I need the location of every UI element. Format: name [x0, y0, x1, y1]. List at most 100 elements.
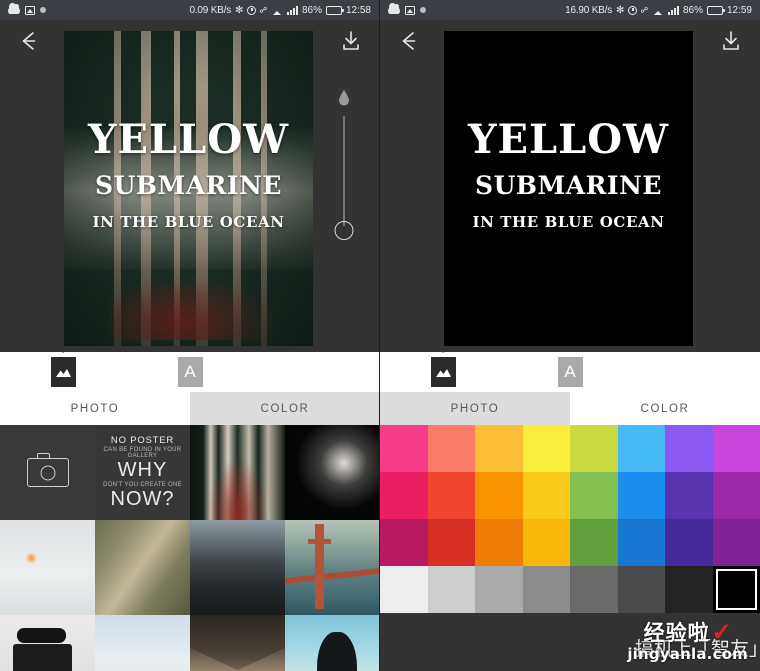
- letter-a-icon: A: [177, 357, 203, 387]
- tab-bar: PHOTO COLOR: [0, 392, 379, 425]
- color-swatch[interactable]: [380, 519, 428, 566]
- download-button[interactable]: [338, 28, 364, 54]
- grid-icon: [684, 357, 709, 387]
- poster-preview[interactable]: YELLOW SUBMARINE IN THE BLUE OCEAN: [444, 31, 693, 346]
- poster-text-block[interactable]: YELLOW SUBMARINE IN THE BLUE OCEAN: [444, 116, 693, 232]
- color-swatch[interactable]: [427, 566, 475, 613]
- wifi-icon: [272, 6, 283, 15]
- battery-icon: [325, 5, 344, 15]
- poster-canvas: YELLOW SUBMARINE IN THE BLUE OCEAN: [0, 20, 379, 352]
- app-top-bar: [380, 20, 760, 60]
- tool-photo[interactable]: [380, 346, 507, 392]
- thumbnail-violin-player-bw[interactable]: [285, 425, 379, 520]
- thumbnail-city-aerial[interactable]: [190, 520, 285, 615]
- color-swatch[interactable]: [712, 566, 760, 613]
- poster-title-line2: SUBMARINE: [95, 171, 282, 200]
- status-bar-left-icons: [8, 3, 46, 15]
- thumbnail-paraglider-sky[interactable]: [0, 520, 95, 615]
- water-drop-icon: [338, 90, 350, 111]
- color-swatch[interactable]: [380, 566, 428, 613]
- poster-title-line2: SUBMARINE: [475, 171, 662, 200]
- color-swatch[interactable]: [522, 519, 570, 566]
- color-swatch[interactable]: [475, 566, 523, 613]
- signal-icon: [667, 5, 679, 15]
- letter-a-icon: A: [557, 357, 583, 387]
- tool-text[interactable]: A: [507, 352, 634, 392]
- tab-photo[interactable]: PHOTO: [0, 392, 190, 425]
- color-swatch[interactable]: [665, 566, 713, 613]
- tab-photo[interactable]: PHOTO: [380, 392, 570, 425]
- color-swatch[interactable]: [665, 472, 713, 519]
- image-icon: [405, 5, 415, 15]
- color-swatch[interactable]: [427, 425, 475, 472]
- color-swatch[interactable]: [522, 566, 570, 613]
- notice-line-5: NOW?: [110, 488, 175, 510]
- tool-photo[interactable]: [0, 346, 127, 392]
- thumbnail-golden-gate-bridge[interactable]: [285, 520, 379, 615]
- color-swatch[interactable]: [712, 472, 760, 519]
- opacity-slider[interactable]: [331, 90, 357, 260]
- tool-text[interactable]: A: [127, 352, 254, 392]
- signal-icon: [286, 5, 298, 15]
- thumbnail-wooden-pavilion-sunset[interactable]: [190, 615, 285, 671]
- gallery-panel[interactable]: NO POSTER CAN BE FOUND IN YOUR GALLERY W…: [0, 425, 379, 671]
- color-swatch[interactable]: [522, 425, 570, 472]
- color-swatch[interactable]: [617, 472, 665, 519]
- camera-icon: [26, 453, 69, 487]
- tool-layout[interactable]: [633, 352, 760, 392]
- color-swatch[interactable]: [380, 425, 428, 472]
- color-swatch[interactable]: [570, 425, 618, 472]
- poster-title-line3: IN THE BLUE OCEAN: [472, 213, 665, 231]
- alarm-icon: [247, 5, 257, 15]
- color-swatch[interactable]: [665, 425, 713, 472]
- tool-strip: A: [380, 346, 760, 392]
- wifi-icon: [653, 6, 664, 15]
- tool-layout[interactable]: [253, 352, 379, 392]
- color-swatch[interactable]: [475, 425, 523, 472]
- thumbnail-forest-red-poster[interactable]: [190, 425, 285, 520]
- color-swatch[interactable]: [570, 472, 618, 519]
- color-swatch[interactable]: [427, 472, 475, 519]
- notice-line-2: CAN BE FOUND IN YOUR GALLERY: [103, 447, 182, 459]
- color-swatch[interactable]: [522, 472, 570, 519]
- thumbnail-cloudy-sky[interactable]: [95, 615, 190, 671]
- dot-icon: [40, 7, 46, 13]
- empty-gallery-notice[interactable]: NO POSTER CAN BE FOUND IN YOUR GALLERY W…: [95, 425, 190, 520]
- poster-text-block[interactable]: YELLOW SUBMARINE IN THE BLUE OCEAN: [64, 119, 313, 232]
- color-swatch[interactable]: [617, 425, 665, 472]
- slider-track: [343, 116, 345, 226]
- color-swatch[interactable]: [617, 566, 665, 613]
- color-panel[interactable]: [380, 425, 760, 671]
- dual-screenshot-container: 0.09 KB/s ✻ ⚯ 86% 12:58 YELLOW SUBMARINE…: [0, 0, 760, 671]
- poster-preview[interactable]: YELLOW SUBMARINE IN THE BLUE OCEAN: [64, 31, 313, 346]
- color-swatch[interactable]: [475, 519, 523, 566]
- color-swatch[interactable]: [712, 519, 760, 566]
- slider-handle[interactable]: [334, 221, 354, 240]
- color-swatch[interactable]: [712, 425, 760, 472]
- color-swatch[interactable]: [380, 472, 428, 519]
- thumbnail-woman-silhouette-sky[interactable]: [285, 615, 379, 671]
- status-bar: 0.09 KB/s ✻ ⚯ 86% 12:58: [0, 0, 379, 20]
- poster-title-line1: YELLOW: [467, 116, 670, 163]
- color-swatch[interactable]: [475, 472, 523, 519]
- clock: 12:58: [345, 4, 371, 16]
- bluetooth-icon: ✻: [616, 4, 625, 16]
- color-swatch[interactable]: [665, 519, 713, 566]
- tab-color[interactable]: COLOR: [190, 392, 379, 425]
- color-swatch[interactable]: [427, 519, 475, 566]
- tab-color[interactable]: COLOR: [570, 392, 760, 425]
- color-swatch[interactable]: [570, 519, 618, 566]
- screen-left: 0.09 KB/s ✻ ⚯ 86% 12:58 YELLOW SUBMARINE…: [0, 0, 380, 671]
- back-button[interactable]: [16, 28, 42, 54]
- tool-strip: A: [0, 346, 379, 392]
- back-button[interactable]: [396, 28, 422, 54]
- image-icon: [25, 5, 35, 15]
- clock: 12:59: [726, 4, 752, 16]
- status-bar-right-icons: 0.09 KB/s ✻ ⚯ 86% 12:58: [189, 3, 371, 16]
- thumbnail-vintage-telephone[interactable]: [0, 615, 95, 671]
- color-swatch[interactable]: [570, 566, 618, 613]
- download-button[interactable]: [718, 28, 744, 54]
- thumbnail-rusty-bridge[interactable]: [95, 520, 190, 615]
- color-swatch[interactable]: [617, 519, 665, 566]
- camera-tile[interactable]: [0, 425, 95, 520]
